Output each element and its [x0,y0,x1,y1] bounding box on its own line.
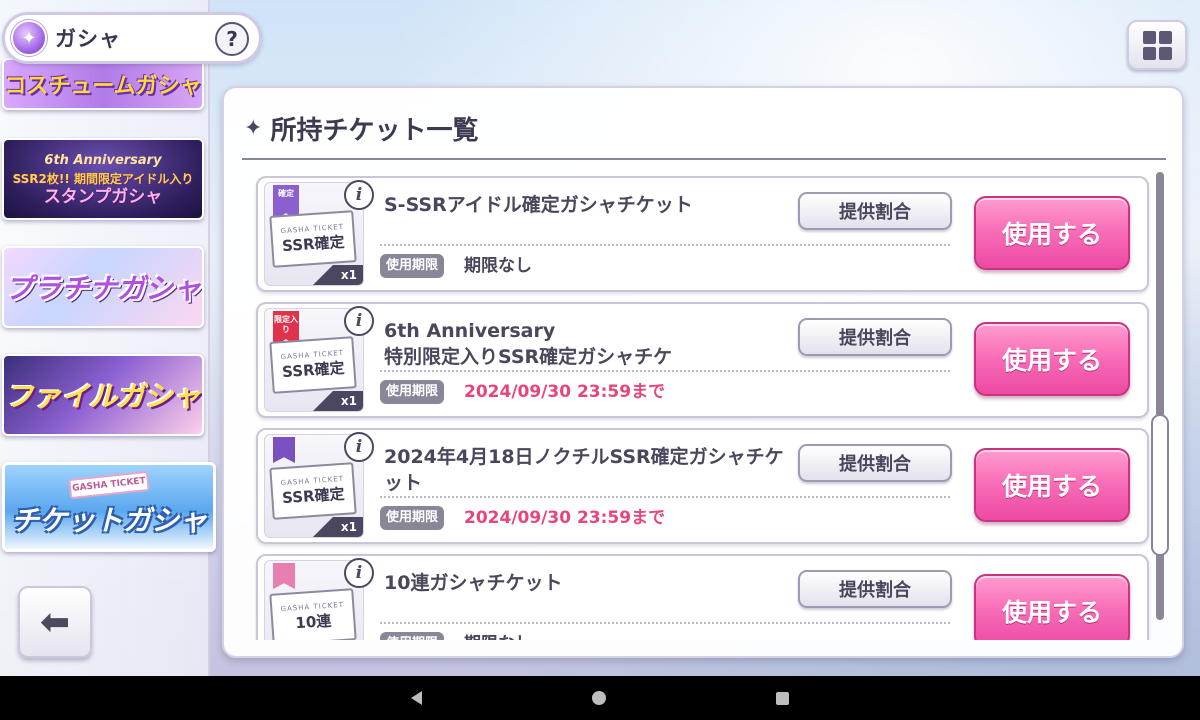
grid-menu-icon [1142,30,1156,44]
ticket-row: GASHA TICKET SSR確定 x1 i 2024年4月18日ノクチルSSR確定ガ… [256,428,1149,544]
drop-rate-button[interactable]: 提供割合 [798,444,952,482]
expiry-value: 期限なし [464,632,532,640]
gacha-header: ✦ ガシャ ? [2,12,262,64]
divider [380,370,950,372]
expiry-badge: 使用期限 [380,380,445,404]
ticket-card-label: SSR確定 [281,358,346,381]
ticket-row: 限定入り GASHA TICKET SSR確定 x1 i 6th Anniversary … [256,302,1149,418]
info-icon[interactable]: i [344,432,374,462]
scrollbar-thumb[interactable] [1151,414,1169,556]
arrow-left-icon: ⬅ [39,601,71,643]
gacha-orb-icon: ✦ [11,20,47,56]
grid-menu-icon [1158,46,1172,60]
expiry-badge: 使用期限 [380,506,445,530]
help-button[interactable]: ? [215,22,249,56]
banner-line: スタンプガシャ [43,187,163,207]
drop-rate-button[interactable]: 提供割合 [798,192,952,230]
grid-menu-icon [1142,46,1156,60]
ticket-name: 6th Anniversary 特別限定入りSSR確定ガシャチケ [384,320,673,368]
ticket-card-graphic: GASHA TICKET SSR確定 [269,210,357,268]
divider [242,158,1166,160]
ticket-list-panel: ✦ 所持チケット一覧 確定 GASHA TICKET SSR確定 x1 i S-SSRアイ… [222,86,1184,658]
page-title: ガシャ [55,27,121,51]
panel-title-text: 所持チケット一覧 [270,116,479,146]
info-icon[interactable]: i [344,180,374,210]
system-nav-bar [0,676,1200,720]
banner-label: コスチュームガシャ [4,74,202,99]
panel-title: ✦ 所持チケット一覧 [244,110,478,147]
ticket-name: 10連ガシャチケット [384,572,563,594]
ticket-row: GASHA TICKET10連i 10連ガシャチケット使用期限 期限なし 提供割合使用… [256,554,1149,640]
ticket-card-graphic: GASHA TICKET 10連 [269,588,357,640]
use-ticket-button[interactable]: 使用する [974,196,1130,270]
banner-label: プラチナガシャ [4,272,201,305]
ticket-ribbon [273,437,295,463]
use-ticket-button[interactable]: 使用する [974,448,1130,522]
banner-ticket-gacha[interactable]: GASHA TICKET チケットガシャ [2,462,216,552]
ticket-count: x1 [311,517,363,537]
grid-menu-icon [1158,30,1172,44]
ticket-name: 2024年4月18日ノクチルSSR確定ガシャチケット [384,446,784,494]
ticket-count: x1 [311,265,363,285]
ticket-graphic: GASHA TICKET [68,470,150,500]
banner-label: チケットガシャ [10,504,207,537]
ticket-name: S-SSRアイドル確定ガシャチケット [384,194,693,216]
drop-rate-button[interactable]: 提供割合 [798,318,952,356]
expiry-badge: 使用期限 [380,632,445,640]
ticket-card-graphic: GASHA TICKET SSR確定 [269,336,357,394]
system-recents-icon[interactable] [776,691,789,705]
banner-platinum-gacha[interactable]: プラチナガシャ [2,246,204,328]
ticket-row: 確定 GASHA TICKET SSR確定 x1 i S-SSRアイドル確定ガシャチケット… [256,176,1149,292]
banner-line: SSR2枚!! 期間限定アイドル入り [12,172,194,186]
system-home-icon[interactable] [592,691,606,705]
info-icon[interactable]: i [344,558,374,588]
divider [380,244,950,246]
system-back-icon[interactable] [411,691,422,705]
ticket-list[interactable]: 確定 GASHA TICKET SSR確定 x1 i S-SSRアイドル確定ガシャチケット… [224,172,1182,640]
info-icon[interactable]: i [344,306,374,336]
banner-label: ファイルガシャ [5,380,201,413]
banner-anniversary-stamp-gacha[interactable]: 6th Anniversary SSR2枚!! 期間限定アイドル入り スタンプガ… [2,138,204,220]
gacha-sidebar: コスチュームガシャ 6th Anniversary SSR2枚!! 期間限定アイ… [0,0,216,676]
expiry-value: 2024/09/30 23:59まで [464,508,666,528]
expiry-badge: 使用期限 [380,254,445,278]
banner-file-gacha[interactable]: ファイルガシャ [2,354,204,436]
divider [380,622,950,624]
ticket-count: x1 [311,391,363,411]
back-button[interactable]: ⬅ [18,586,92,658]
use-ticket-button[interactable]: 使用する [974,574,1130,640]
ticket-ribbon [273,563,295,589]
divider [380,496,950,498]
banner-line: 6th Anniversary [44,153,162,168]
ticket-card-graphic: GASHA TICKET SSR確定 [269,462,357,520]
ticket-card-label: SSR確定 [281,232,346,255]
ticket-card-label: SSR確定 [281,484,346,507]
menu-button[interactable] [1127,20,1187,70]
expiry-value: 2024/09/30 23:59まで [464,382,666,402]
expiry-value: 期限なし [464,256,532,276]
drop-rate-button[interactable]: 提供割合 [798,570,952,608]
use-ticket-button[interactable]: 使用する [974,322,1130,396]
banner-costume-gacha[interactable]: コスチュームガシャ [2,58,204,110]
ticket-card-label: 10連 [294,611,332,632]
sparkle-icon: ✦ [244,116,263,141]
